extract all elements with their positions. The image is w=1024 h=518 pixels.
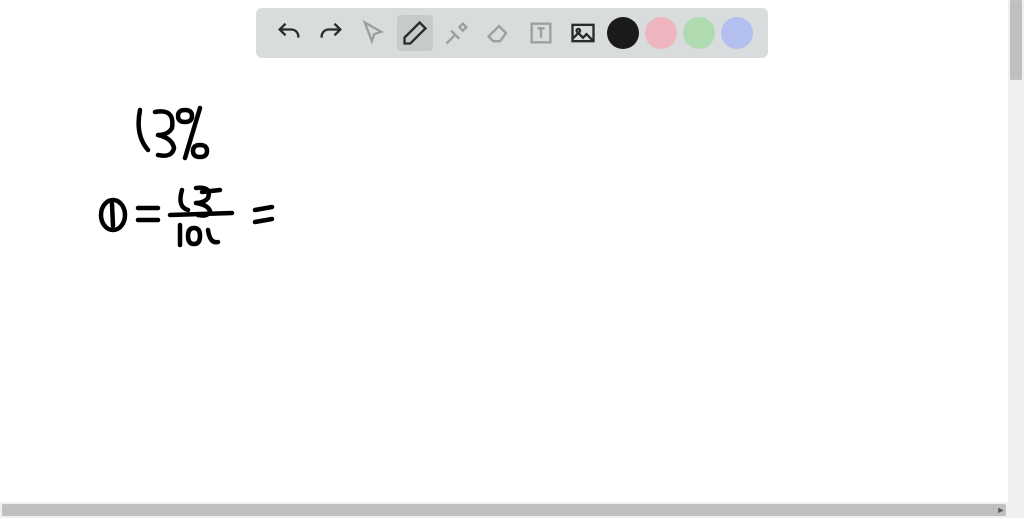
- vertical-scrollbar-thumb[interactable]: [1010, 0, 1022, 80]
- horizontal-scrollbar-thumb[interactable]: [2, 504, 1006, 516]
- toolbar: [256, 8, 768, 58]
- pen-icon: [401, 19, 429, 47]
- tools-button[interactable]: [439, 15, 475, 51]
- color-blue[interactable]: [721, 17, 753, 49]
- undo-icon: [275, 19, 303, 47]
- color-pink[interactable]: [645, 17, 677, 49]
- text-icon: [527, 19, 555, 47]
- scroll-right-arrow[interactable]: ►: [994, 503, 1008, 517]
- redo-button[interactable]: [313, 15, 349, 51]
- pointer-icon: [359, 19, 387, 47]
- image-button[interactable]: [565, 15, 601, 51]
- undo-button[interactable]: [271, 15, 307, 51]
- text-button[interactable]: [523, 15, 559, 51]
- vertical-scrollbar[interactable]: [1008, 0, 1024, 502]
- handwriting-layer: [0, 0, 1008, 502]
- eraser-icon: [485, 19, 513, 47]
- whiteboard-canvas[interactable]: [0, 0, 1008, 502]
- scrollbar-corner: [1008, 502, 1024, 518]
- pointer-button[interactable]: [355, 15, 391, 51]
- pen-button[interactable]: [397, 15, 433, 51]
- redo-icon: [317, 19, 345, 47]
- horizontal-scrollbar[interactable]: ◄ ►: [0, 502, 1008, 518]
- color-green[interactable]: [683, 17, 715, 49]
- eraser-button[interactable]: [481, 15, 517, 51]
- tools-icon: [443, 19, 471, 47]
- color-black[interactable]: [607, 17, 639, 49]
- image-icon: [569, 19, 597, 47]
